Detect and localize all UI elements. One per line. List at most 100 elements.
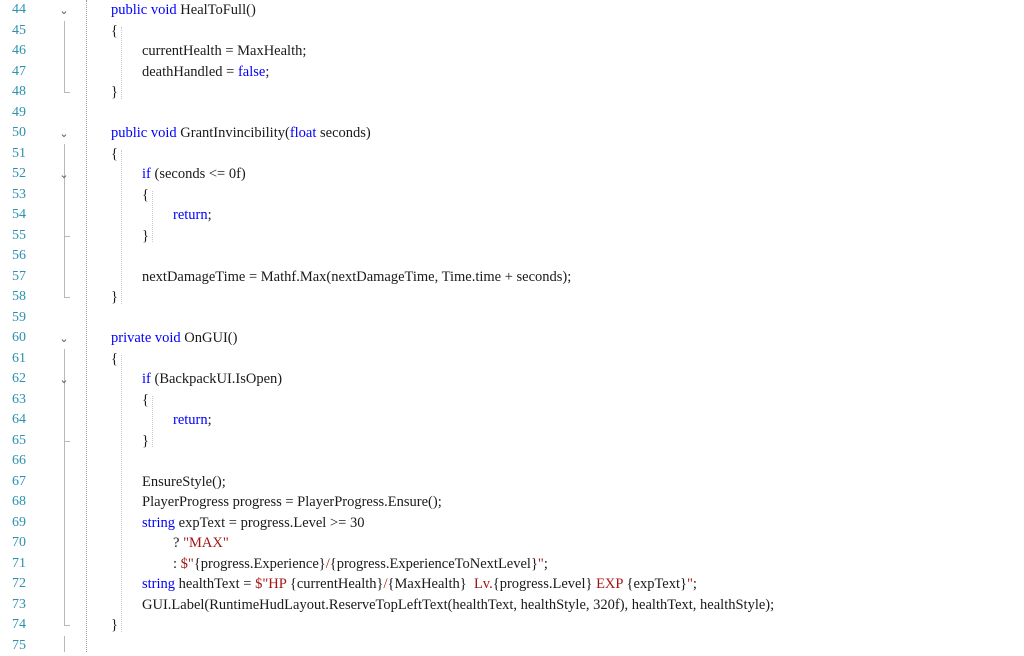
code-line[interactable]: 54return; <box>0 205 1024 226</box>
code-token: currentHealth = MaxHealth; <box>142 43 306 59</box>
code-token: return <box>173 207 208 223</box>
code-line[interactable]: 58} <box>0 287 1024 308</box>
line-number: 69 <box>0 513 26 534</box>
code-line[interactable]: 72 string healthText = $"HP {currentHealt… <box>0 574 1024 595</box>
code-token: } <box>111 617 118 633</box>
code-text: { <box>111 349 118 370</box>
line-number: 57 <box>0 267 26 288</box>
code-line[interactable]: 55} <box>0 226 1024 247</box>
code-line[interactable]: 62 ⌄ if (BackpackUI.IsOpen) <box>0 369 1024 390</box>
code-line[interactable]: 74} <box>0 615 1024 636</box>
line-number: 47 <box>0 62 26 83</box>
code-line[interactable]: 51{ <box>0 144 1024 165</box>
line-number: 49 <box>0 103 26 124</box>
code-token: } <box>111 84 118 100</box>
code-token: string <box>142 515 179 531</box>
code-text: deathHandled = false; <box>142 62 269 83</box>
chevron-down-icon[interactable]: ⌄ <box>58 369 70 390</box>
code-text: if (BackpackUI.IsOpen) <box>142 369 282 390</box>
code-token: { <box>111 23 118 39</box>
code-text: ? "MAX" <box>173 533 229 554</box>
line-number: 65 <box>0 431 26 452</box>
code-token: } <box>142 228 149 244</box>
chevron-down-icon[interactable]: ⌄ <box>58 164 70 185</box>
chevron-down-icon[interactable]: ⌄ <box>58 328 70 349</box>
line-number: 53 <box>0 185 26 206</box>
code-line[interactable]: 47 deathHandled = false; <box>0 62 1024 83</box>
code-line[interactable]: 57 nextDamageTime = Mathf.Max(nextDamageT… <box>0 267 1024 288</box>
line-number: 72 <box>0 574 26 595</box>
line-number: 45 <box>0 21 26 42</box>
code-line[interactable]: 64return; <box>0 410 1024 431</box>
code-token: { <box>142 392 149 408</box>
code-line[interactable]: 75 <box>0 636 1024 656</box>
code-token: ? <box>173 535 183 551</box>
code-line[interactable]: 70? "MAX" <box>0 533 1024 554</box>
code-token: (seconds <= 0f) <box>154 166 245 182</box>
code-text: } <box>111 287 118 308</box>
chevron-down-icon[interactable]: ⌄ <box>58 0 70 21</box>
code-text: return; <box>173 410 212 431</box>
code-text: string healthText = $"HP {currentHealth}… <box>142 574 697 595</box>
line-number: 59 <box>0 308 26 329</box>
code-line[interactable]: 49 <box>0 103 1024 124</box>
code-token: seconds) <box>320 125 371 141</box>
code-line[interactable]: 52 ⌄ if (seconds <= 0f) <box>0 164 1024 185</box>
code-token: {currentHealth} <box>290 576 384 592</box>
line-number: 51 <box>0 144 26 165</box>
code-token: ; <box>208 412 212 428</box>
code-line[interactable]: 65} <box>0 431 1024 452</box>
code-line[interactable]: 66 <box>0 451 1024 472</box>
line-number: 60 <box>0 328 26 349</box>
code-line[interactable]: 61{ <box>0 349 1024 370</box>
line-number: 62 <box>0 369 26 390</box>
code-editor[interactable]: 44 ⌄ public void HealToFull() 45 {46 currentH… <box>0 0 1024 652</box>
code-token: deathHandled = <box>142 64 238 80</box>
code-text: public void GrantInvincibility(float sec… <box>111 123 371 144</box>
line-number: 48 <box>0 82 26 103</box>
code-line[interactable]: 50⌄public void GrantInvincibility(float … <box>0 123 1024 144</box>
code-line[interactable]: 46 currentHealth = MaxHealth; <box>0 41 1024 62</box>
code-text: public void HealToFull() <box>111 0 256 21</box>
code-text: string expText = progress.Level >= 30 <box>142 513 364 534</box>
code-token: {expText} <box>627 576 687 592</box>
code-token: string <box>142 576 179 592</box>
code-line[interactable]: 45 { <box>0 21 1024 42</box>
code-token: if <box>142 371 154 387</box>
code-token: } <box>142 433 149 449</box>
line-number: 52 <box>0 164 26 185</box>
code-text: if (seconds <= 0f) <box>142 164 246 185</box>
code-token: "MAX" <box>183 535 229 551</box>
code-line[interactable]: 63{ <box>0 390 1024 411</box>
code-line[interactable]: 73GUI.Label(RuntimeHudLayout.ReserveTopL… <box>0 595 1024 616</box>
line-number: 44 <box>0 0 26 21</box>
code-line[interactable]: 48} <box>0 82 1024 103</box>
line-number: 73 <box>0 595 26 616</box>
code-token: expText = progress.Level >= 30 <box>179 515 365 531</box>
code-line[interactable]: 59 <box>0 308 1024 329</box>
code-token: $"HP <box>255 576 290 592</box>
code-line[interactable]: 71: $"{progress.Experience}/{progress.Ex… <box>0 554 1024 575</box>
code-text: nextDamageTime = Mathf.Max(nextDamageTim… <box>142 267 571 288</box>
code-text: } <box>111 615 118 636</box>
code-line[interactable]: 67EnsureStyle(); <box>0 472 1024 493</box>
code-line[interactable]: 68PlayerProgress progress = PlayerProgre… <box>0 492 1024 513</box>
code-token: public void <box>111 2 180 18</box>
line-number: 70 <box>0 533 26 554</box>
code-text: } <box>142 226 149 247</box>
code-line[interactable]: 44 ⌄ public void HealToFull() <box>0 0 1024 21</box>
code-line[interactable]: 69 string expText = progress.Level >= 30 <box>0 513 1024 534</box>
line-number: 66 <box>0 451 26 472</box>
line-number: 46 <box>0 41 26 62</box>
code-line[interactable]: 56 <box>0 246 1024 267</box>
code-token: } <box>111 289 118 305</box>
line-number: 75 <box>0 636 26 656</box>
chevron-down-icon[interactable]: ⌄ <box>58 123 70 144</box>
code-text: currentHealth = MaxHealth; <box>142 41 306 62</box>
code-token: Lv. <box>467 576 493 592</box>
line-number: 56 <box>0 246 26 267</box>
code-line[interactable]: 53{ <box>0 185 1024 206</box>
code-line[interactable]: 60⌄private void OnGUI() <box>0 328 1024 349</box>
code-token: PlayerProgress progress = PlayerProgress… <box>142 494 442 510</box>
code-token: {progress.Experience} <box>194 556 326 572</box>
